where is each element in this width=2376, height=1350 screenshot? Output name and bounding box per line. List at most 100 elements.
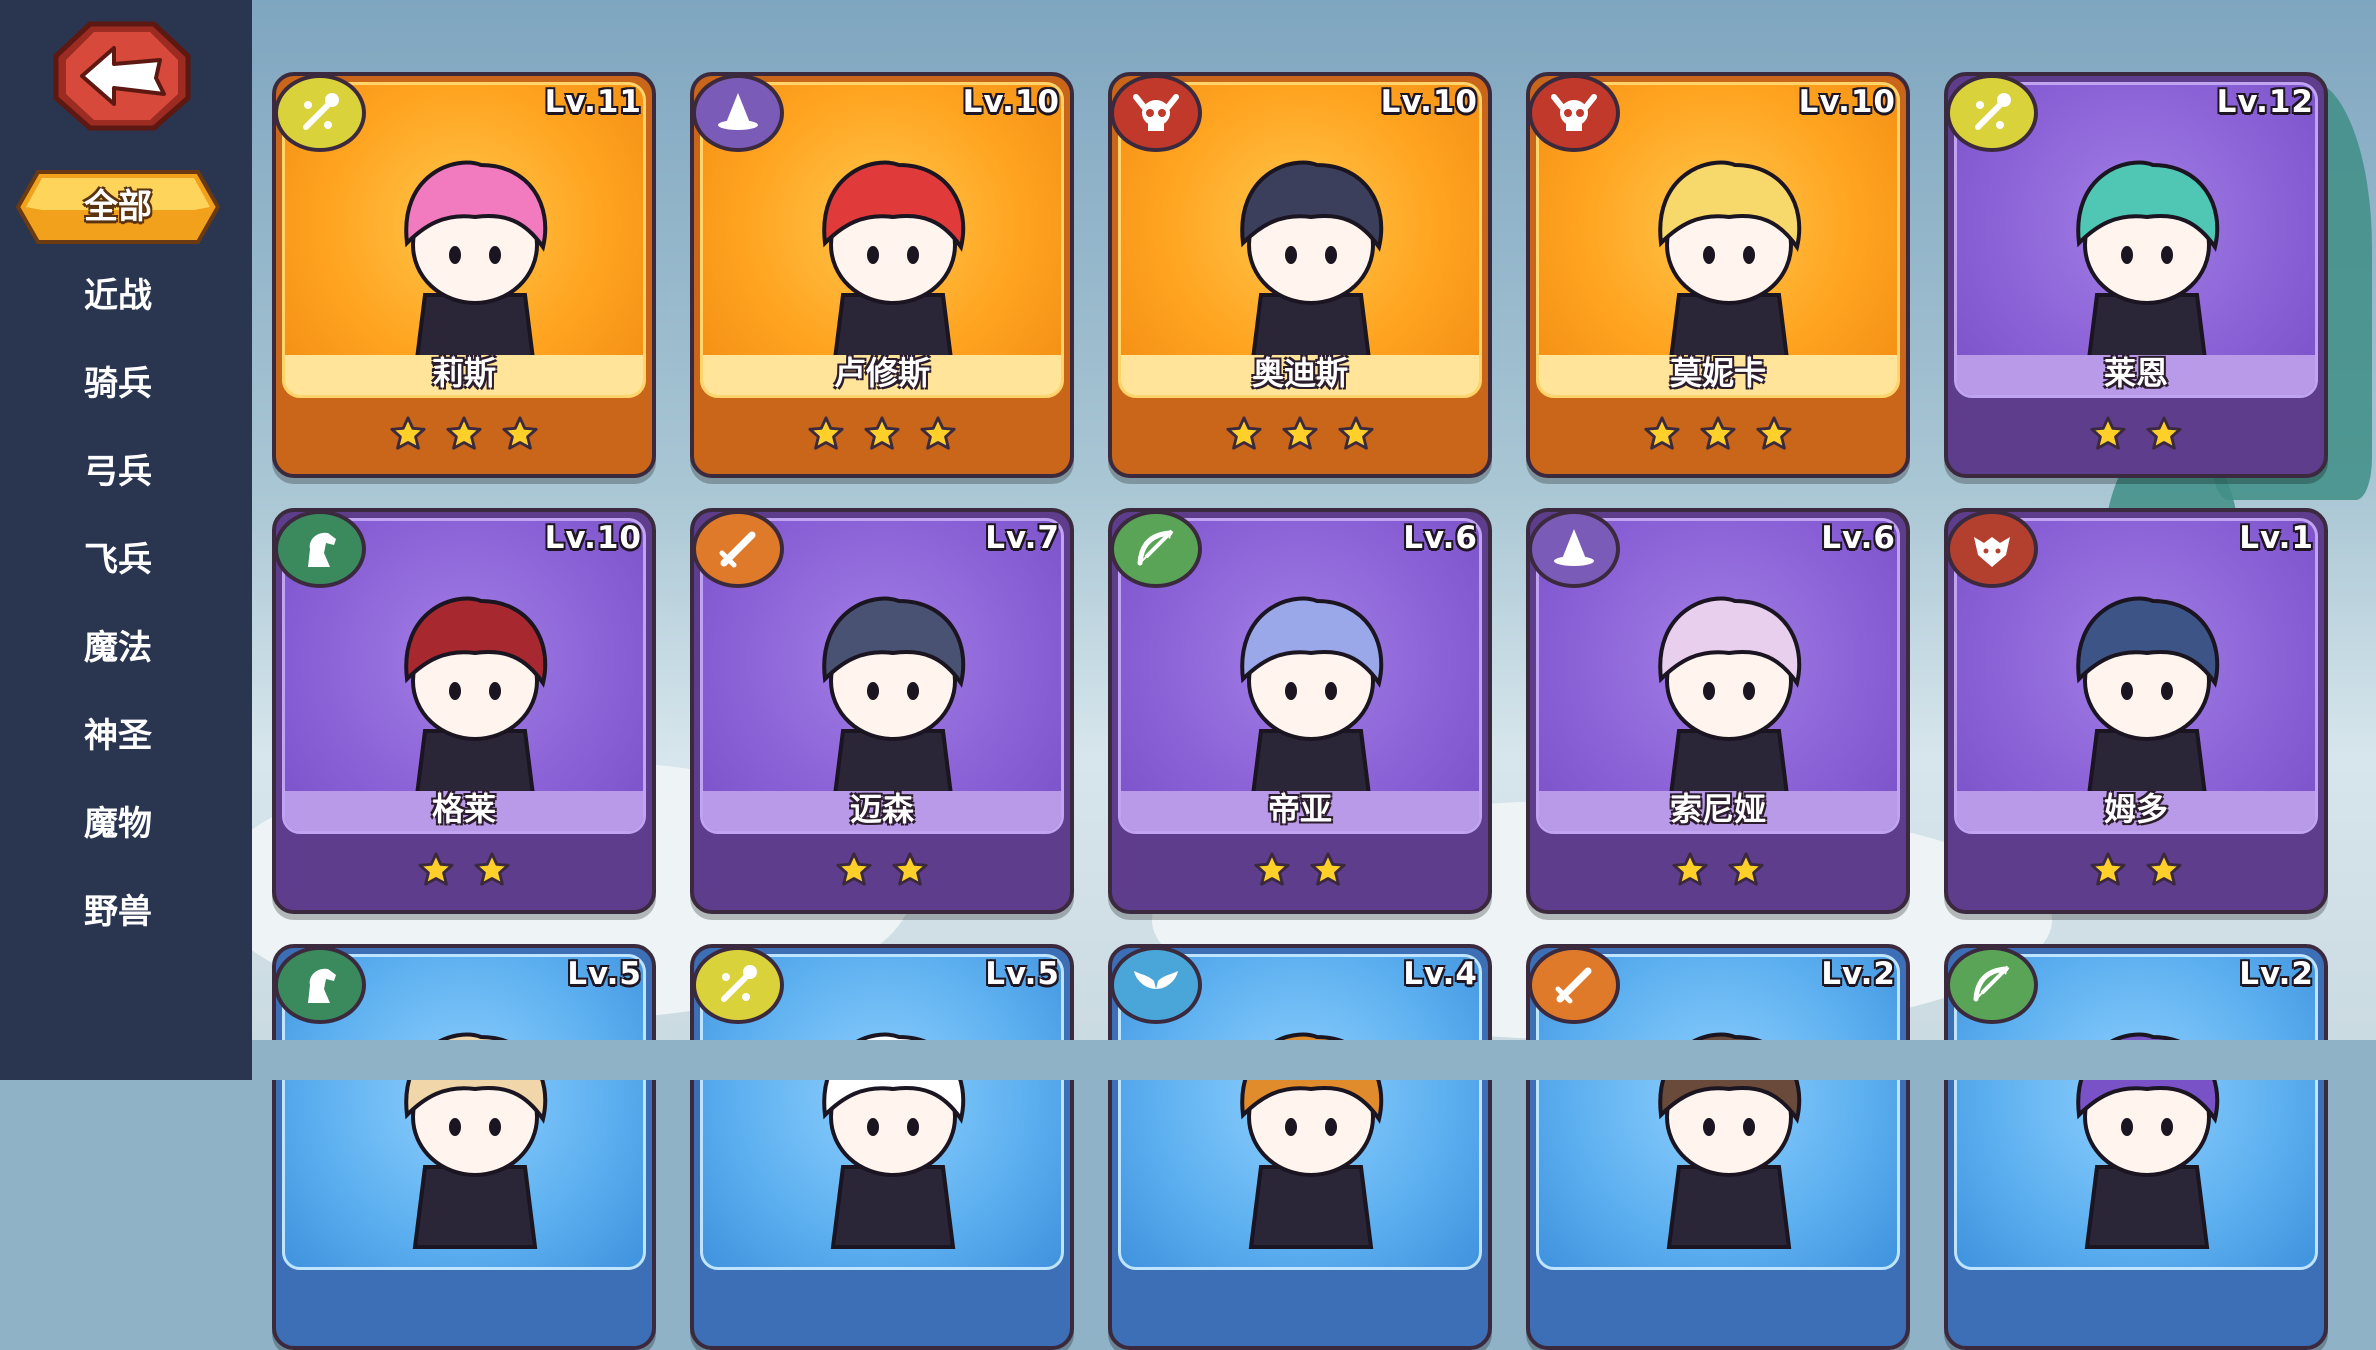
class-badge [1112,512,1202,588]
class-badge [1948,512,2038,588]
hero-portrait [1658,160,1802,377]
hero-card[interactable]: Lv.10 莫妮卡 [1526,72,1910,478]
hero-portrait [2076,1032,2220,1249]
bow-icon [1137,529,1174,566]
back-button[interactable] [52,20,192,132]
tab-flyer[interactable]: 飞兵 [0,530,236,590]
hero-card[interactable]: Lv.11 莉斯 [272,72,656,478]
staff-icon [303,93,339,130]
hero-card[interactable]: Lv.10 卢修斯 [690,72,1074,478]
hero-card[interactable]: Lv.10 奥迪斯 [1108,72,1492,478]
class-badge [1530,948,1620,1024]
star-icon [502,416,538,450]
star-icon [2146,852,2182,886]
wizard-hat-icon [1554,529,1594,566]
skull-icon [1551,94,1597,131]
tab-archer[interactable]: 弓兵 [0,442,236,502]
hero-card[interactable]: Lv.5 [690,944,1074,1350]
star-icon [1254,852,1290,886]
tab-melee[interactable]: 近战 [0,266,236,326]
tab-magic[interactable]: 魔法 [0,618,236,678]
star-icon [892,852,928,886]
hero-portrait [1240,160,1384,377]
class-badge [276,512,366,588]
sword-icon [719,531,756,568]
star-rating [1948,394,2324,474]
wizard-hat-icon [718,93,758,130]
hero-card[interactable]: Lv.4 [1108,944,1492,1350]
hero-portrait [404,1032,548,1249]
class-badge [1948,948,2038,1024]
star-icon [1728,852,1764,886]
hero-card[interactable]: Lv.6 索尼娅 [1526,508,1910,914]
star-rating [694,830,1070,910]
class-badge [1112,948,1202,1024]
star-icon [1756,416,1792,450]
grid-bottom-mask [252,1040,2376,1080]
class-badge [1530,512,1620,588]
star-rating [276,394,652,474]
class-badge [694,512,784,588]
horse-icon [308,968,336,1003]
hero-portrait [1240,1032,1384,1249]
skull-icon [1133,94,1179,131]
star-icon [418,852,454,886]
tab-monster[interactable]: 魔物 [0,794,236,854]
wolf-icon [1974,537,2010,567]
star-icon [2146,416,2182,450]
star-rating [694,394,1070,474]
tab-all[interactable]: 全部 [16,170,220,244]
hero-card[interactable]: Lv.10 格莱 [272,508,656,914]
star-icon [446,416,482,450]
hero-card[interactable]: Lv.2 [1526,944,1910,1350]
tab-cavalry[interactable]: 骑兵 [0,354,236,414]
star-icon [1282,416,1318,450]
staff-icon [1975,93,2011,130]
horse-icon [308,532,336,567]
hero-level: Lv.2 [1821,956,1896,992]
tab-beast[interactable]: 野兽 [0,882,236,942]
star-icon [474,852,510,886]
star-rating [1112,394,1488,474]
wings-icon [1134,971,1178,989]
hero-name: 帝亚 [1267,790,1332,828]
hero-name: 迈森 [849,790,914,828]
hero-card[interactable]: Lv.6 帝亚 [1108,508,1492,914]
back-arrow-icon [53,21,191,131]
hero-card[interactable]: Lv.1 姆多 [1944,508,2328,914]
hero-level: Lv.5 [985,956,1060,992]
hero-portrait [1658,596,1802,813]
hero-card[interactable]: Lv.7 迈森 [690,508,1074,914]
hero-portrait [404,160,548,377]
star-rating [1112,830,1488,910]
hero-portrait [404,596,548,813]
hero-portrait [822,160,966,377]
hero-name: 索尼娅 [1669,790,1766,828]
hero-portrait [1240,596,1384,813]
class-badge [694,948,784,1024]
star-icon [1338,416,1374,450]
hero-portrait [822,1032,966,1249]
class-badge [276,948,366,1024]
hero-card[interactable]: Lv.5 [272,944,656,1350]
hero-level: Lv.11 [544,84,642,120]
hero-level: Lv.5 [567,956,642,992]
hero-card[interactable]: Lv.12 莱恩 [1944,72,2328,478]
hero-level: Lv.6 [1821,520,1896,556]
hero-level: Lv.10 [544,520,642,556]
staff-icon [721,965,757,1002]
tab-holy[interactable]: 神圣 [0,706,236,766]
hero-level: Lv.7 [985,520,1060,556]
category-sidebar: 全部 近战 骑兵 弓兵 飞兵 魔法 神圣 魔物 野兽 [0,0,252,1080]
star-icon [2090,416,2126,450]
hero-name: 莫妮卡 [1669,354,1766,392]
star-icon [836,852,872,886]
class-badge [1948,76,2038,152]
class-badge [276,76,366,152]
hero-level: Lv.10 [1380,84,1478,120]
sword-icon [1555,967,1592,1004]
star-icon [920,416,956,450]
hero-card[interactable]: Lv.2 [1944,944,2328,1350]
hero-level: Lv.10 [1798,84,1896,120]
hero-level: Lv.12 [2216,84,2314,120]
